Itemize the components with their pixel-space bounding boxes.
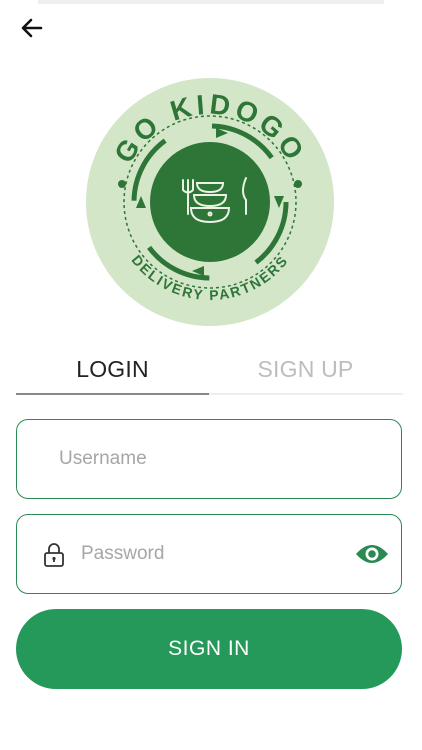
arrow-left-icon <box>21 18 43 38</box>
lock-icon <box>44 543 64 567</box>
sign-in-button[interactable]: SIGN IN <box>16 609 402 689</box>
tab-login[interactable]: LOGIN <box>16 343 209 395</box>
username-input[interactable] <box>59 420 379 497</box>
auth-tabs: LOGIN SIGN UP <box>16 343 403 395</box>
go-kidogo-logo: GO KIDOGO DELIVERY PARTNERS <box>86 78 334 326</box>
tab-sign-up[interactable]: SIGN UP <box>209 343 402 395</box>
top-bar <box>38 0 384 4</box>
active-tab-indicator <box>16 393 209 395</box>
back-button[interactable] <box>16 12 48 44</box>
eye-icon[interactable] <box>354 542 390 566</box>
username-field <box>16 419 402 499</box>
password-field <box>16 514 402 594</box>
password-input[interactable] <box>81 515 341 592</box>
